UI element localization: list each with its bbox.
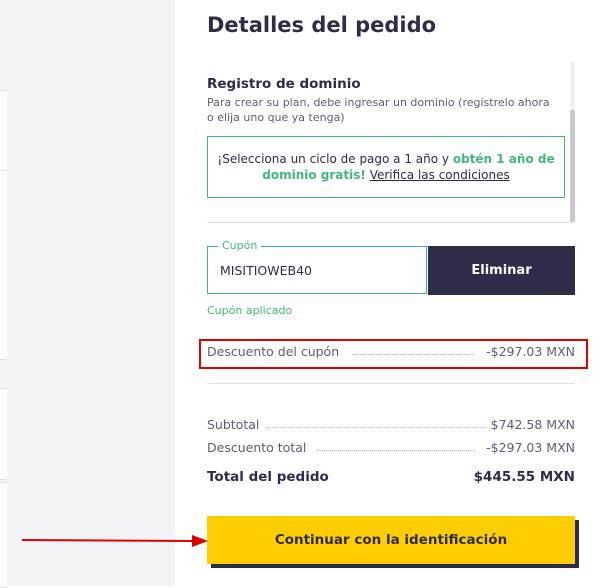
domain-scrollbar-thumb[interactable]	[570, 110, 575, 222]
background-card	[0, 388, 7, 480]
background-card	[0, 170, 7, 360]
continue-identification-button[interactable]: Continuar con la identificación	[207, 516, 575, 564]
domain-section-description: Para crear su plan, debe ingresar un dom…	[207, 96, 550, 124]
remove-coupon-button[interactable]: Eliminar	[428, 246, 575, 295]
coupon-input[interactable]	[208, 247, 426, 293]
total-discount-value: -$297.03 MXN	[486, 440, 575, 455]
subtotal-label: Subtotal	[207, 417, 260, 432]
page-title: Detalles del pedido	[207, 13, 437, 37]
order-total-label: Total del pedido	[207, 469, 329, 485]
coupon-applied-text: Cupón aplicado	[207, 304, 293, 317]
arrow-right-icon	[22, 535, 208, 547]
promo-text: ¡Selecciona un ciclo de pago a 1 año y o…	[212, 151, 560, 183]
annotation-highlight-box	[199, 339, 588, 369]
domain-section-title: Registro de dominio	[207, 76, 361, 92]
domain-registration-section[interactable]: Registro de dominio Para crear su plan, …	[207, 62, 575, 223]
total-discount-label: Descuento total	[207, 440, 307, 455]
subtotal-value: $742.58 MXN	[490, 417, 575, 432]
dotted-leader	[317, 450, 475, 451]
background-page-area	[0, 0, 175, 586]
background-card	[0, 482, 7, 588]
coupon-field-label: Cupón	[218, 239, 262, 252]
verify-conditions-link[interactable]: Verifica las condiciones	[370, 168, 510, 182]
promo-banner: ¡Selecciona un ciclo de pago a 1 año y o…	[207, 136, 565, 198]
domain-scrollbar[interactable]	[570, 62, 575, 222]
promo-text-intro: ¡Selecciona un ciclo de pago a 1 año y	[217, 152, 453, 166]
dotted-leader	[267, 427, 485, 428]
coupon-field[interactable]: Cupón	[207, 239, 427, 294]
order-total-value: $445.55 MXN	[473, 469, 575, 485]
divider	[207, 383, 575, 384]
background-card	[0, 90, 7, 172]
